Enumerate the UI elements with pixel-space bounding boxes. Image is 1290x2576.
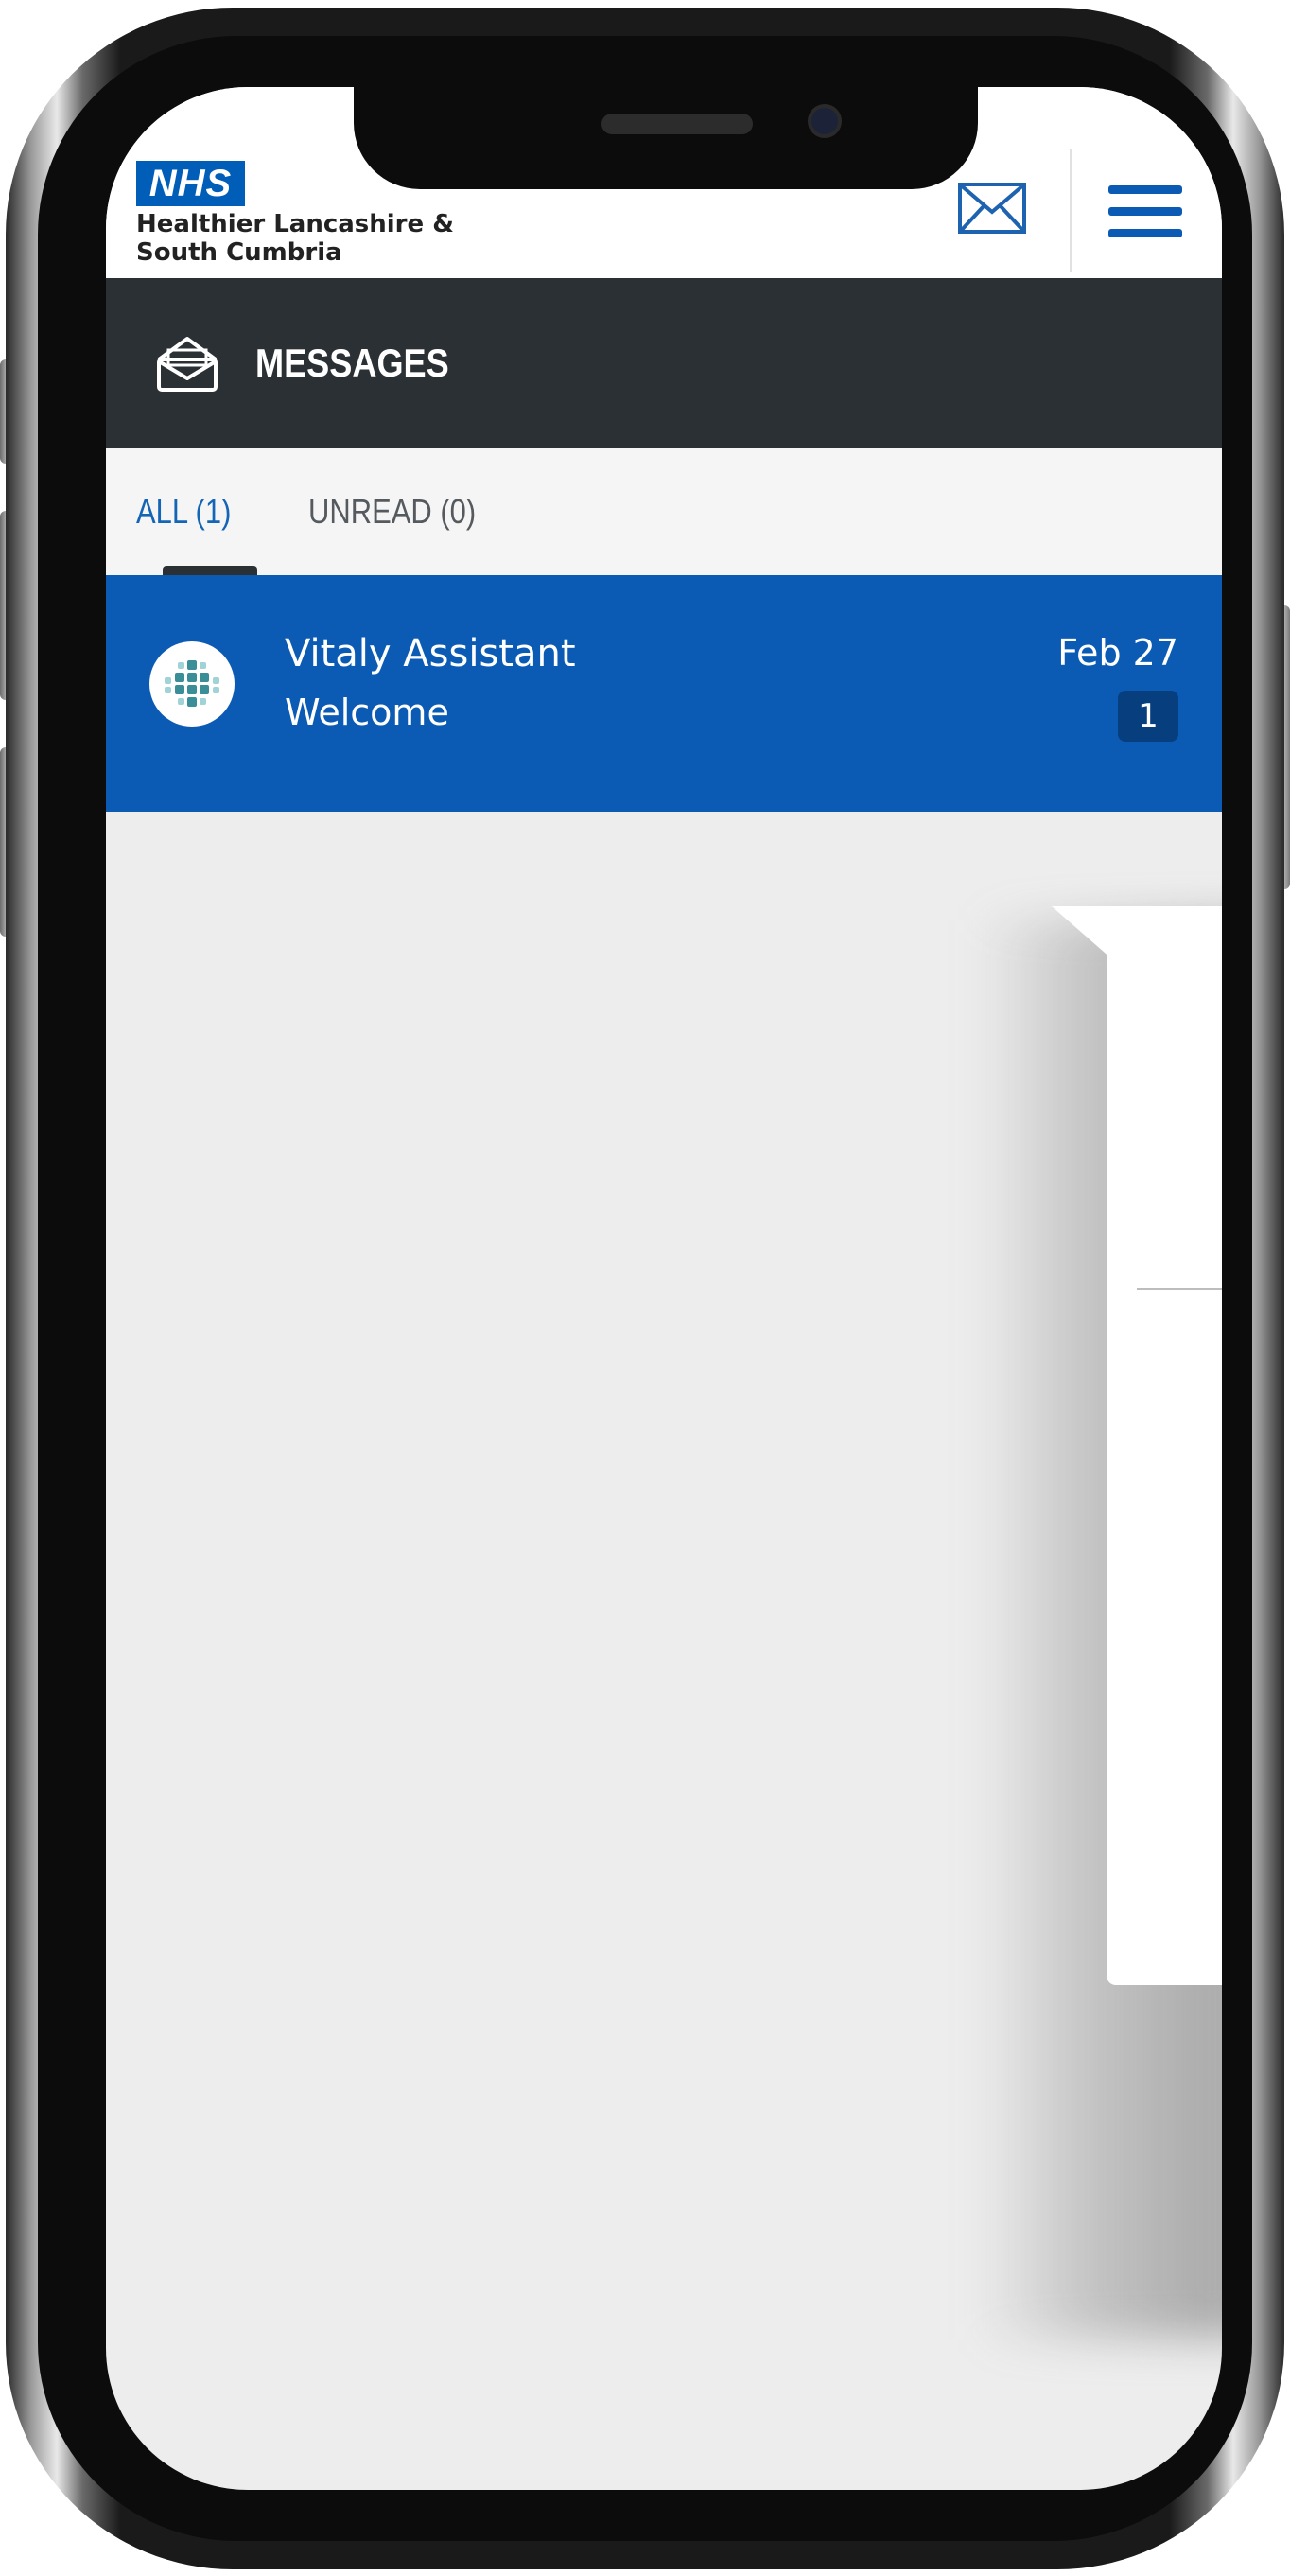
header-divider [1070, 149, 1072, 272]
message-date: Feb 27 [1057, 632, 1178, 674]
open-envelope-icon [155, 335, 219, 394]
active-tab-indicator [163, 566, 257, 575]
organisation-name-line2: South Cumbria [136, 238, 342, 267]
notch [354, 87, 978, 189]
card-divider [1137, 1288, 1222, 1290]
phone-screen: NHS Healthier Lancashire & South Cumbria [106, 87, 1222, 2490]
nhs-logo[interactable]: NHS [136, 161, 245, 206]
overlapping-card [1107, 906, 1222, 1985]
hamburger-menu-icon[interactable] [1107, 182, 1184, 242]
message-count-badge: 1 [1118, 691, 1178, 742]
front-camera [808, 104, 842, 138]
tab-all[interactable]: ALL (1) [136, 492, 231, 532]
vitaly-logo-icon [149, 641, 235, 727]
message-list-item[interactable]: Vitaly Assistant Welcome Feb 27 1 [106, 575, 1222, 812]
envelope-icon[interactable] [957, 182, 1027, 235]
message-sender: Vitaly Assistant [285, 632, 576, 675]
earpiece-speaker [601, 114, 753, 134]
message-tabs: ALL (1) UNREAD (0) [106, 448, 1222, 575]
page-title: MESSAGES [255, 341, 449, 385]
message-subject: Welcome [285, 692, 449, 733]
tab-unread[interactable]: UNREAD (0) [308, 492, 476, 532]
messages-title-bar: MESSAGES [106, 278, 1222, 448]
organisation-name: Healthier Lancashire & South Cumbria [136, 210, 533, 267]
organisation-name-line1: Healthier Lancashire & [136, 210, 454, 238]
phone-mockup: NHS Healthier Lancashire & South Cumbria [0, 0, 1290, 2576]
